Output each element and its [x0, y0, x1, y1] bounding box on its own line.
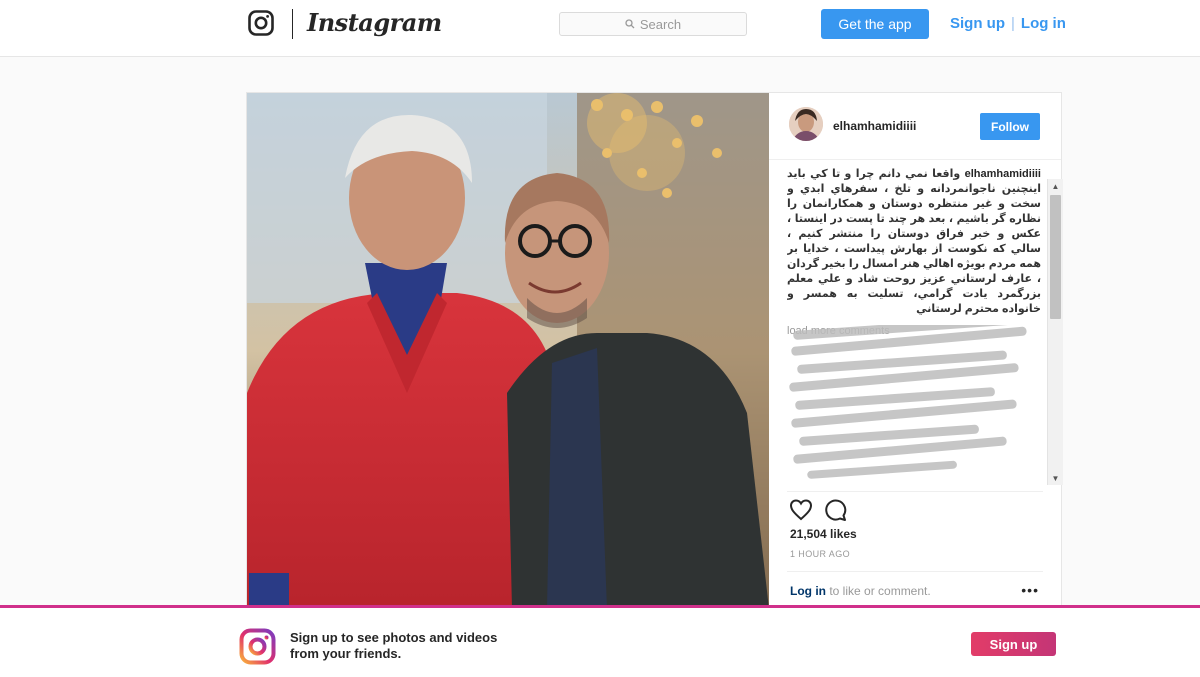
post-username[interactable]: elhamhamidiiii [833, 119, 916, 133]
top-nav-bar: Instagram Search Get the app Sign up | Log… [0, 0, 1200, 57]
scroll-thumb[interactable] [1050, 195, 1061, 319]
post-photo[interactable] [247, 93, 769, 609]
post-sidebar: elhamhamidiiii Follow elhamhamidiiii واق… [769, 93, 1063, 609]
login-link[interactable]: Log in [790, 584, 826, 598]
avatar-image [789, 107, 823, 141]
sign-up-link[interactable]: Sign up [950, 15, 1005, 32]
scroll-up-icon[interactable]: ▲ [1048, 179, 1063, 193]
auth-links: Sign up | Log in [950, 15, 1066, 32]
search-icon [625, 19, 635, 29]
instagram-logo-icon [239, 628, 276, 665]
post-card: elhamhamidiiii Follow elhamhamidiiii واق… [246, 92, 1063, 610]
more-horizontal-icon[interactable]: ••• [1021, 582, 1039, 598]
likes-count[interactable]: 21,504 likes [790, 527, 857, 541]
post-timestamp[interactable]: 1 HOUR AGO [790, 549, 850, 559]
follow-button[interactable]: Follow [980, 113, 1040, 140]
banner-sign-up-button[interactable]: Sign up [971, 632, 1056, 656]
search-placeholder: Search [639, 16, 682, 32]
comments-list: elhamhamidiiii واقعا نمي دانم چرا و تا ك… [787, 167, 1041, 489]
post-header: elhamhamidiiii Follow [769, 93, 1061, 160]
search-input[interactable]: Search [559, 12, 747, 36]
caption-username[interactable]: elhamhamidiiii [965, 168, 1041, 180]
avatar[interactable] [789, 107, 823, 141]
instagram-glyph-icon[interactable] [248, 10, 274, 36]
comment-icon[interactable] [823, 498, 847, 522]
heart-icon[interactable] [789, 498, 813, 522]
post-photo-illustration [247, 93, 769, 609]
instagram-wordmark[interactable]: Instagram [307, 8, 442, 37]
login-to-comment-text: Log in to like or comment. [790, 584, 931, 598]
signup-banner: Sign up to see photos and videos from yo… [0, 605, 1200, 677]
login-suffix: to like or comment. [826, 584, 931, 598]
caption-text: واقعا نمي دانم چرا و تا كي بايد اينچنين … [787, 168, 1041, 315]
log-in-link[interactable]: Log in [1021, 15, 1066, 32]
post-actions [787, 491, 1043, 524]
blurred-comments [789, 325, 1027, 479]
scroll-down-icon[interactable]: ▼ [1048, 471, 1063, 485]
get-the-app-button[interactable]: Get the app [821, 9, 929, 39]
comments-scrollbar[interactable]: ▲ ▼ [1047, 179, 1063, 485]
auth-separator: | [1011, 15, 1015, 32]
post-caption: elhamhamidiiii واقعا نمي دانم چرا و تا ك… [787, 167, 1041, 317]
brand-divider [292, 9, 293, 39]
banner-message: Sign up to see photos and videos from yo… [290, 630, 498, 661]
